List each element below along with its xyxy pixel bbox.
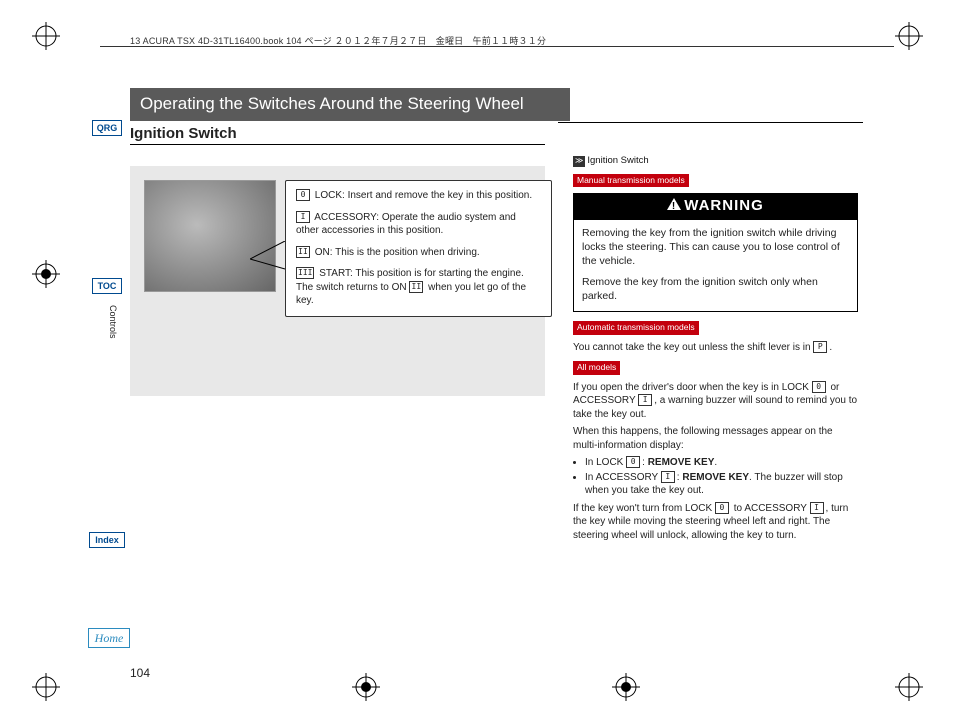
key-0d-icon: 0 xyxy=(715,502,729,514)
crop-mark-icon xyxy=(895,673,923,701)
key-Ic-icon: I xyxy=(661,471,675,483)
message-list: In LOCK 0: REMOVE KEY. In ACCESSORY I: R… xyxy=(573,456,858,498)
list-item: In ACCESSORY I: REMOVE KEY. The buzzer w… xyxy=(585,471,858,498)
warning-p1: Removing the key from the ignition switc… xyxy=(582,226,849,269)
key-Id-icon: I xyxy=(810,502,824,514)
crop-mark-icon xyxy=(895,22,923,50)
key-p-icon: P xyxy=(813,341,827,353)
diagram-panel: 0 LOCK: Insert and remove the key in thi… xyxy=(130,166,545,396)
header-rule xyxy=(100,46,894,47)
auto-text-b: . xyxy=(829,342,832,353)
callout-text: 0 LOCK: Insert and remove the key in thi… xyxy=(285,180,552,317)
tab-index[interactable]: Index xyxy=(89,532,125,548)
crop-mark-icon xyxy=(352,673,380,701)
ref-title: Ignition Switch xyxy=(587,155,648,166)
ref-heading: ≫Ignition Switch xyxy=(573,155,858,168)
section-title: Ignition Switch xyxy=(130,125,545,145)
page-number: 104 xyxy=(130,666,150,680)
crop-mark-icon xyxy=(612,673,640,701)
auto-text: You cannot take the key out unless the s… xyxy=(573,341,858,355)
tag-auto: Automatic transmission models xyxy=(573,321,699,334)
list-item: In LOCK 0: REMOVE KEY. xyxy=(585,456,858,470)
b2-a: In ACCESSORY xyxy=(585,472,661,483)
pos1-text: ACCESSORY: Operate the audio system and … xyxy=(296,212,516,237)
crop-mark-icon xyxy=(32,673,60,701)
tag-manual: Manual transmission models xyxy=(573,174,689,187)
key-0c-icon: 0 xyxy=(626,456,640,468)
warning-triangle-icon: ! xyxy=(667,196,681,216)
auto-text-a: You cannot take the key out unless the s… xyxy=(573,342,813,353)
all-p1-a: If you open the driver's door when the k… xyxy=(573,382,812,393)
ignition-switch-photo xyxy=(144,180,276,292)
info-column: ≫Ignition Switch Manual transmission mod… xyxy=(573,155,858,546)
b1-bold: REMOVE KEY xyxy=(648,457,715,468)
crop-mark-icon xyxy=(32,22,60,50)
b1-c: . xyxy=(714,457,717,468)
key-Ib-icon: I xyxy=(638,394,652,406)
tab-toc[interactable]: TOC xyxy=(92,278,122,294)
warning-p2: Remove the key from the ignition switch … xyxy=(582,275,849,303)
chapter-title: Operating the Switches Around the Steeri… xyxy=(130,88,570,121)
warning-heading: ! WARNING xyxy=(574,194,857,219)
key-2-icon: II xyxy=(296,246,310,258)
tab-qrg[interactable]: QRG xyxy=(92,120,122,136)
all-p2: When this happens, the following message… xyxy=(573,425,858,452)
p3-a: If the key won't turn from LOCK xyxy=(573,503,715,514)
b1-a: In LOCK xyxy=(585,457,626,468)
pos0-text: LOCK: Insert and remove the key in this … xyxy=(315,190,532,201)
ref-arrows-icon: ≫ xyxy=(573,156,585,167)
key-on-icon: II xyxy=(409,281,423,293)
svg-text:!: ! xyxy=(672,201,676,210)
warning-box: ! WARNING Removing the key from the igni… xyxy=(573,193,858,312)
all-p1: If you open the driver's door when the k… xyxy=(573,381,858,422)
tag-all: All models xyxy=(573,361,620,374)
b2-bold: REMOVE KEY xyxy=(682,472,749,483)
all-p3: If the key won't turn from LOCK 0 to ACC… xyxy=(573,502,858,543)
key-3-icon: III xyxy=(296,267,314,279)
key-0-icon: 0 xyxy=(296,189,310,201)
section-rule xyxy=(558,122,863,123)
key-0b-icon: 0 xyxy=(812,381,826,393)
p3-b: to ACCESSORY xyxy=(731,503,810,514)
pos2-text: ON: This is the position when driving. xyxy=(315,247,480,258)
key-1-icon: I xyxy=(296,211,310,223)
side-section-label: Controls xyxy=(108,305,118,339)
crop-mark-icon xyxy=(32,260,60,288)
warning-title: WARNING xyxy=(684,197,764,214)
home-button[interactable]: Home xyxy=(88,628,130,648)
